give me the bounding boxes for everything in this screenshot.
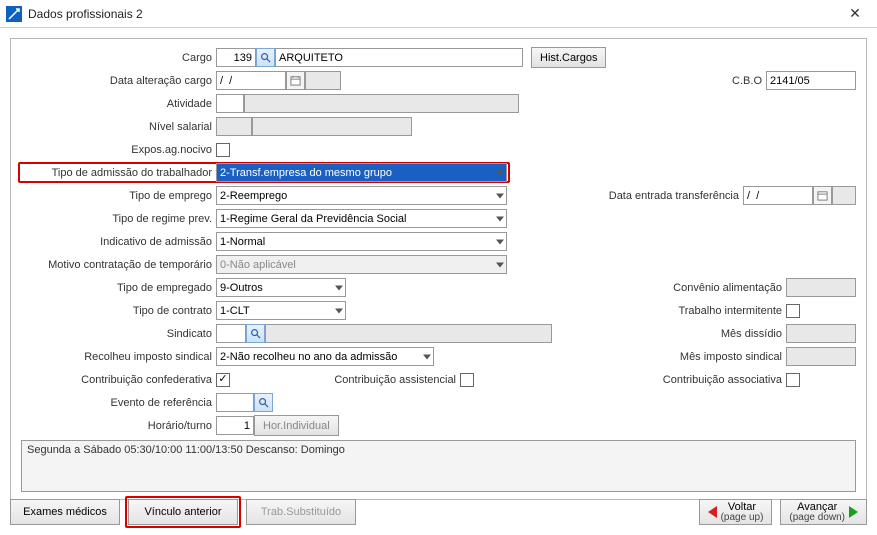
- nivel-desc: [252, 117, 412, 136]
- label-horario-turno: Horário/turno: [21, 420, 216, 432]
- data-transf-input[interactable]: [743, 186, 813, 205]
- indicativo-value: 1-Normal: [220, 236, 265, 248]
- exames-medicos-button[interactable]: Exames médicos: [10, 499, 120, 525]
- recolheu-value: 2-Não recolheu no ano da admissão: [220, 351, 397, 363]
- search-cargo-icon[interactable]: [256, 48, 275, 67]
- arrow-left-icon: [708, 506, 717, 518]
- label-indicativo: Indicativo de admissão: [21, 236, 216, 248]
- contrib-assoc-checkbox[interactable]: [786, 373, 800, 387]
- avancar-sub-label: (page down): [789, 513, 845, 523]
- tipo-empregado-select[interactable]: 9-Outros: [216, 278, 346, 297]
- label-recolheu: Recolheu imposto sindical: [21, 351, 216, 363]
- label-mes-dissidio: Mês dissídio: [676, 328, 786, 340]
- tipo-emprego-value: 2-Reemprego: [220, 190, 287, 202]
- label-contrib-assoc: Contribuição associativa: [631, 374, 786, 386]
- label-sindicato: Sindicato: [21, 328, 216, 340]
- label-data-transf: Data entrada transferência: [588, 190, 743, 202]
- voltar-button[interactable]: Voltar (page up): [699, 499, 773, 525]
- trab-interm-checkbox[interactable]: [786, 304, 800, 318]
- label-expos-nocivo: Expos.ag.nocivo: [21, 144, 216, 156]
- cbo-input[interactable]: [766, 71, 856, 90]
- titlebar: Dados profissionais 2 ✕: [0, 0, 877, 28]
- window-title: Dados profissionais 2: [28, 7, 833, 21]
- trab-substituido-button[interactable]: Trab.Substituído: [246, 499, 356, 525]
- label-evento-ref: Evento de referência: [21, 397, 216, 409]
- label-tipo-contrato: Tipo de contrato: [21, 305, 216, 317]
- vinculo-label: Vínculo anterior: [144, 506, 221, 518]
- contrib-confed-checkbox[interactable]: [216, 373, 230, 387]
- tipo-regime-value: 1-Regime Geral da Previdência Social: [220, 213, 406, 225]
- cargo-desc-input[interactable]: [275, 48, 523, 67]
- horario-turno-input[interactable]: [216, 416, 254, 435]
- evento-ref-code[interactable]: [216, 393, 254, 412]
- vinculo-anterior-button[interactable]: Vínculo anterior: [128, 499, 238, 525]
- search-evento-icon[interactable]: [254, 393, 273, 412]
- hist-cargos-button[interactable]: Hist.Cargos: [531, 47, 606, 68]
- tipo-regime-select[interactable]: 1-Regime Geral da Previdência Social: [216, 209, 507, 228]
- label-mes-imp-sind: Mês imposto sindical: [651, 351, 786, 363]
- label-cbo: C.B.O: [706, 75, 766, 87]
- label-trab-interm: Trabalho intermitente: [631, 305, 786, 317]
- tipo-admissao-select[interactable]: 2-Transf.empresa do mesmo grupo: [216, 163, 507, 182]
- sindicato-desc: [265, 324, 552, 343]
- label-tipo-regime: Tipo de regime prev.: [21, 213, 216, 225]
- conv-alim-input: [786, 278, 856, 297]
- data-alt-cargo-extra: [305, 71, 341, 90]
- label-tipo-admissao: Tipo de admissão do trabalhador: [21, 167, 216, 179]
- label-data-alt-cargo: Data alteração cargo: [21, 75, 216, 87]
- atividade-code[interactable]: [216, 94, 244, 113]
- motivo-temp-value: 0-Não aplicável: [220, 259, 296, 271]
- mes-dissidio-input: [786, 324, 856, 343]
- label-atividade: Atividade: [21, 98, 216, 110]
- calendar-transf-icon[interactable]: [813, 186, 832, 205]
- data-alt-cargo-input[interactable]: [216, 71, 286, 90]
- trab-subst-label: Trab.Substituído: [261, 506, 341, 518]
- data-transf-extra: [832, 186, 856, 205]
- tipo-emprego-select[interactable]: 2-Reemprego: [216, 186, 507, 205]
- app-icon: [6, 6, 22, 22]
- footer-bar: Exames médicos Vínculo anterior Trab.Sub…: [10, 499, 867, 525]
- exames-label: Exames médicos: [23, 506, 107, 518]
- tipo-admissao-value: 2-Transf.empresa do mesmo grupo: [220, 167, 392, 179]
- label-contrib-assist: Contribuição assistencial: [320, 374, 460, 386]
- motivo-temp-select: 0-Não aplicável: [216, 255, 507, 274]
- label-nivel-salarial: Nível salarial: [21, 121, 216, 133]
- close-button[interactable]: ✕: [833, 0, 877, 28]
- label-tipo-empregado: Tipo de empregado: [21, 282, 216, 294]
- expos-nocivo-checkbox[interactable]: [216, 143, 230, 157]
- label-motivo-temp: Motivo contratação de temporário: [21, 259, 216, 271]
- mes-imp-sind-input: [786, 347, 856, 366]
- indicativo-select[interactable]: 1-Normal: [216, 232, 507, 251]
- label-cargo: Cargo: [21, 52, 216, 64]
- recolheu-select[interactable]: 2-Não recolheu no ano da admissão: [216, 347, 434, 366]
- contrib-assist-checkbox[interactable]: [460, 373, 474, 387]
- label-contrib-confed: Contribuição confederativa: [21, 374, 216, 386]
- tipo-contrato-value: 1-CLT: [220, 305, 250, 317]
- sindicato-code[interactable]: [216, 324, 246, 343]
- tipo-contrato-select[interactable]: 1-CLT: [216, 301, 346, 320]
- voltar-sub-label: (page up): [721, 513, 764, 523]
- schedule-text: Segunda a Sábado 05:30/10:00 11:00/13:50…: [21, 440, 856, 492]
- search-sindicato-icon[interactable]: [246, 324, 265, 343]
- content-panel: Cargo Hist.Cargos Data alteração cargo C…: [10, 38, 867, 500]
- calendar-icon[interactable]: [286, 71, 305, 90]
- tipo-empregado-value: 9-Outros: [220, 282, 263, 294]
- hor-individual-button[interactable]: Hor.Individual: [254, 415, 339, 436]
- atividade-desc: [244, 94, 519, 113]
- arrow-right-icon: [849, 506, 858, 518]
- nivel-code: [216, 117, 252, 136]
- label-conv-alim: Convênio alimentação: [631, 282, 786, 294]
- cargo-code-input[interactable]: [216, 48, 256, 67]
- label-tipo-emprego: Tipo de emprego: [21, 190, 216, 202]
- avancar-button[interactable]: Avançar (page down): [780, 499, 867, 525]
